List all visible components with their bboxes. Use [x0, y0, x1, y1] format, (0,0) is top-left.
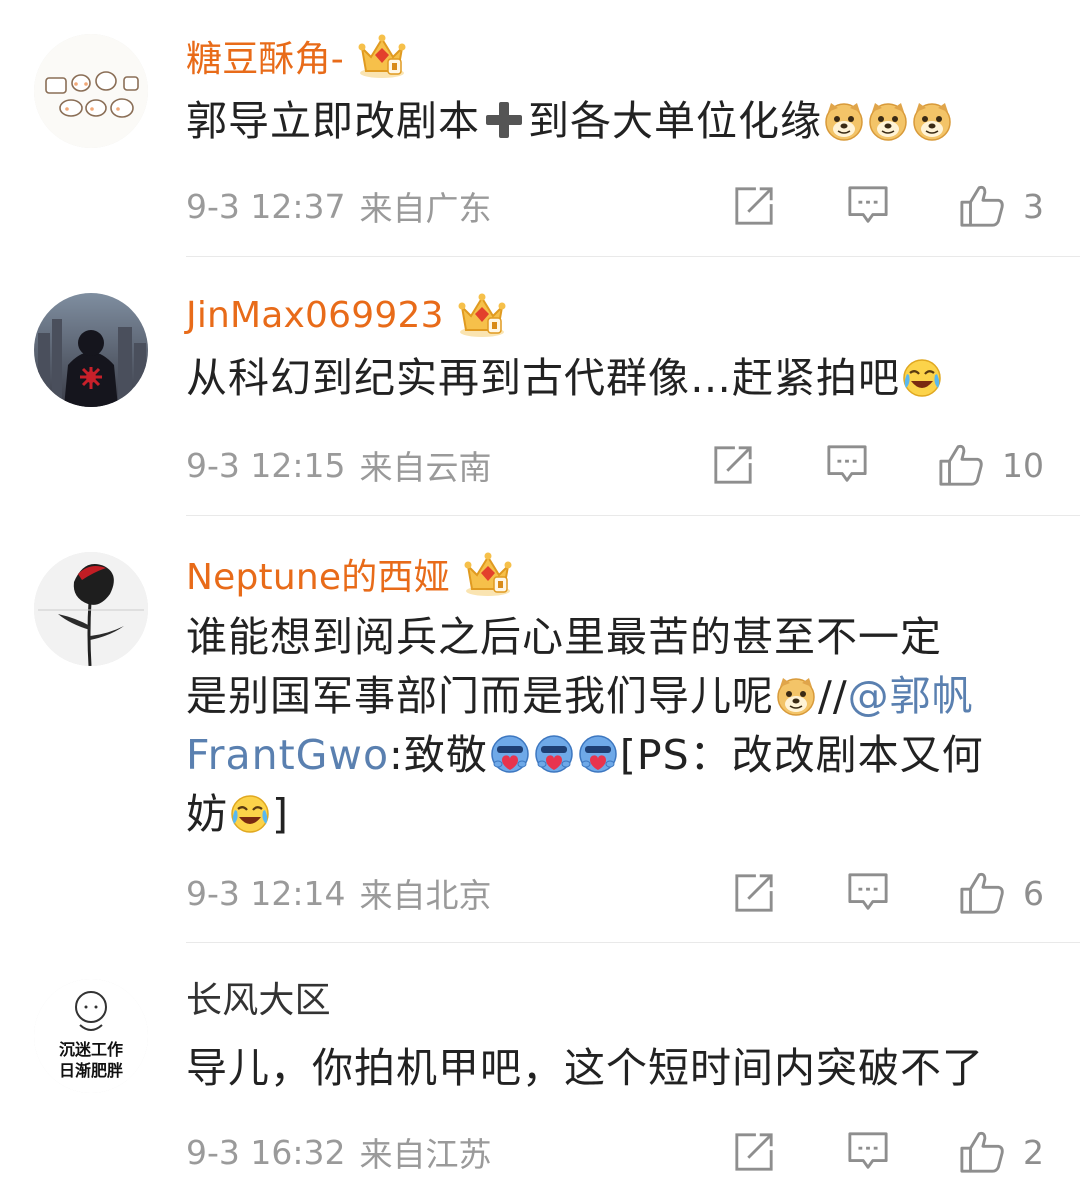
avatar[interactable] — [34, 34, 148, 148]
username[interactable]: Neptune的西娅 — [186, 548, 450, 600]
avatar[interactable] — [34, 293, 148, 407]
thumbs-up-icon — [959, 183, 1005, 229]
comment-meta: 9-3 12:14 来自北京 6 — [186, 868, 1044, 918]
like-button[interactable]: 3 — [959, 183, 1044, 229]
like-count: 6 — [1023, 873, 1044, 913]
doge-emoji-icon — [911, 100, 953, 142]
doge-emoji-icon — [823, 100, 865, 142]
crown-badge-icon — [456, 292, 508, 338]
location: 来自云南 — [359, 448, 492, 487]
plus-emoji-icon — [480, 98, 528, 140]
timestamp: 9-3 12:37 — [186, 186, 346, 226]
timestamp: 9-3 12:15 — [186, 445, 346, 485]
comment-item: Neptune的西娅 谁能想到阅兵之后心里最苦的甚至不一定 是别国军事部门而是我… — [34, 516, 1080, 943]
comment-icon[interactable] — [847, 1131, 889, 1173]
username[interactable]: JinMax069923 — [186, 295, 444, 336]
username[interactable]: 糖豆酥角- — [186, 30, 344, 82]
mention-link[interactable]: @郭帆 — [848, 672, 974, 720]
doge-emoji-icon — [775, 675, 817, 717]
comment-meta: 9-3 12:37 来自广东 3 — [186, 181, 1044, 231]
comment-icon[interactable] — [826, 444, 868, 486]
blue-heart-emoji-icon — [577, 734, 619, 776]
timestamp: 9-3 12:14 — [186, 873, 346, 913]
thumbs-up-icon — [959, 870, 1005, 916]
laughing-crying-emoji-icon — [901, 357, 943, 399]
repost-icon[interactable] — [733, 1131, 775, 1173]
comment-text: 从科幻到纪实再到古代群像…赶紧拍吧 — [186, 349, 1024, 408]
comment-item: 糖豆酥角- 郭导立即改剧本 到各大单位化缘 9-3 12:37 来自广东 3 — [34, 0, 1080, 257]
blue-heart-emoji-icon — [489, 734, 531, 776]
comment-text: 谁能想到阅兵之后心里最苦的甚至不一定 是别国军事部门而是我们导儿呢//@郭帆 F… — [186, 613, 984, 838]
doge-emoji-icon — [867, 100, 909, 142]
location: 来自北京 — [359, 876, 492, 915]
thumbs-up-icon — [959, 1129, 1005, 1175]
repost-icon[interactable] — [712, 444, 754, 486]
mention-link[interactable]: FrantGwo — [186, 731, 389, 779]
thumbs-up-icon — [938, 442, 984, 488]
timestamp: 9-3 16:32 — [186, 1132, 346, 1172]
like-button[interactable]: 6 — [959, 870, 1044, 916]
repost-icon[interactable] — [733, 185, 775, 227]
location: 来自江苏 — [359, 1135, 492, 1174]
like-button[interactable]: 10 — [938, 442, 1044, 488]
crown-badge-icon — [462, 551, 514, 597]
comment-text: 导儿，你拍机甲吧，这个短时间内突破不了 — [186, 1044, 984, 1092]
like-count: 3 — [1023, 186, 1044, 226]
like-button[interactable]: 2 — [959, 1129, 1044, 1175]
location: 来自广东 — [359, 189, 492, 228]
avatar-text: 沉迷工作 — [59, 1040, 123, 1059]
comment-icon[interactable] — [847, 872, 889, 914]
avatar[interactable]: 沉迷工作 日渐肥胖 — [34, 979, 148, 1093]
laughing-crying-emoji-icon — [229, 793, 271, 835]
comment-text: 郭导立即改剧本 到各大单位化缘 — [186, 92, 1024, 151]
like-count: 2 — [1023, 1132, 1044, 1172]
username[interactable]: 长风大区 — [186, 971, 331, 1023]
like-count: 10 — [1002, 445, 1044, 485]
comment-item: JinMax069923 从科幻到纪实再到古代群像…赶紧拍吧 9-3 12:15… — [34, 257, 1080, 516]
crown-badge-icon — [356, 33, 408, 79]
comment-item: 沉迷工作 日渐肥胖 长风大区 导儿，你拍机甲吧，这个短时间内突破不了 9-3 1… — [34, 943, 1080, 1191]
comment-meta: 9-3 12:15 来自云南 10 — [186, 440, 1044, 490]
avatar[interactable] — [34, 552, 148, 666]
comment-icon[interactable] — [847, 185, 889, 227]
blue-heart-emoji-icon — [533, 734, 575, 776]
avatar-text: 日渐肥胖 — [59, 1061, 123, 1080]
comment-meta: 9-3 16:32 来自江苏 2 — [186, 1127, 1044, 1177]
repost-icon[interactable] — [733, 872, 775, 914]
